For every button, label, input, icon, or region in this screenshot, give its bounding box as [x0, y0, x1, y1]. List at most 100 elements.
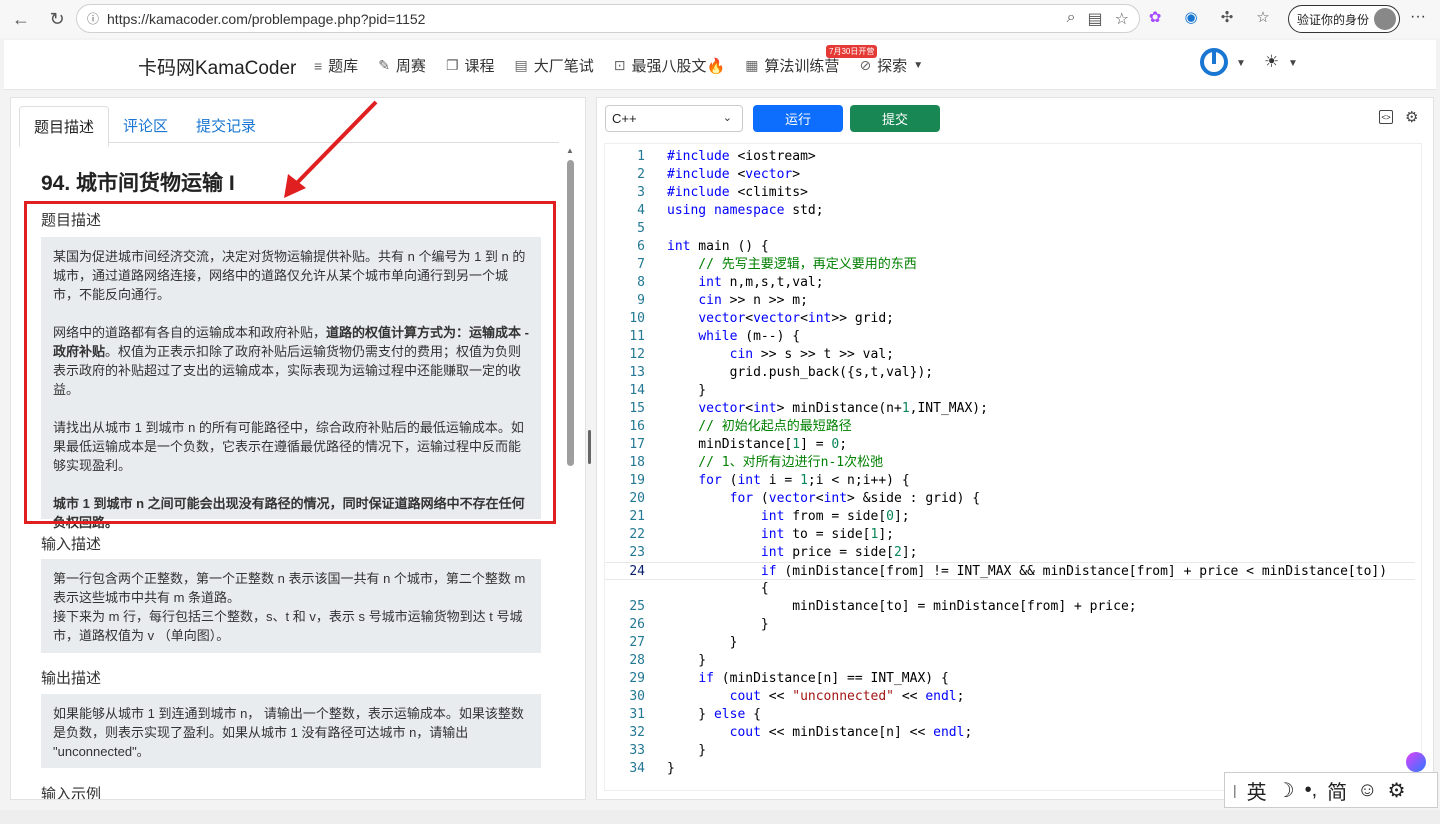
code-line[interactable]: 21 int from = side[0]; [605, 508, 1415, 526]
chevron-down-icon: ⌄ [722, 112, 732, 124]
language-select[interactable]: C++ ⌄ [605, 105, 743, 132]
reader-icon[interactable]: ▤ [1088, 9, 1103, 29]
code-line[interactable]: 20 for (vector<int> &side : grid) { [605, 490, 1415, 508]
code-text: vector<vector<int>> grid; [698, 311, 895, 326]
input-paragraph: 第一行包含两个正整数，第一个正整数 n 表示该国一共有 n 个城市，第二个整数 … [53, 571, 526, 605]
submit-button[interactable]: 提交 [850, 105, 940, 132]
menu-item-xunlianying[interactable]: ▦ 算法训练营 [745, 55, 839, 76]
code-line[interactable]: 32 cout << minDistance[n] << endl; [605, 724, 1415, 742]
code-line[interactable]: 26 } [605, 616, 1415, 634]
ime-mode-english[interactable]: 英 [1247, 776, 1267, 805]
code-line[interactable]: 24 if (minDistance[from] != INT_MAX && m… [605, 562, 1415, 580]
code-line[interactable]: 22 int to = side[1]; [605, 526, 1415, 544]
code-line[interactable]: 17 minDistance[1] = 0; [605, 436, 1415, 454]
tab-comments[interactable]: 评论区 [109, 106, 182, 147]
reload-icon[interactable]: ↻ [42, 4, 72, 34]
code-line[interactable]: 9 cin >> n >> m; [605, 292, 1415, 310]
code-line[interactable]: 1 #include <iostream> [605, 148, 1415, 166]
menu-label: 周赛 [395, 58, 426, 75]
line-number: 20 [629, 491, 645, 506]
menu-label: 探索 [877, 58, 908, 75]
code-line[interactable]: 6 int main () { [605, 238, 1415, 256]
back-icon[interactable]: ← [6, 4, 36, 34]
code-line[interactable]: { [605, 580, 1415, 598]
code-text: if (minDistance[n] == INT_MAX) { [698, 671, 949, 686]
code-view-icon[interactable]: <> [1379, 110, 1393, 124]
run-button[interactable]: 运行 [753, 105, 843, 132]
extension-icon[interactable]: ◉ [1180, 6, 1202, 28]
ime-simplified[interactable]: 简 [1327, 776, 1347, 805]
menu-item-bishi[interactable]: ▤ 大厂笔试 [515, 55, 594, 76]
code-line[interactable]: 3 #include <climits> [605, 184, 1415, 202]
code-line[interactable]: 33 } [605, 742, 1415, 760]
code-line[interactable]: 31 } else { [605, 706, 1415, 724]
code-text: cin >> s >> t >> val; [729, 347, 894, 362]
line-number: 28 [629, 653, 645, 668]
box-icon: ⊡ [613, 57, 626, 73]
code-line[interactable]: 7 // 先写主要逻辑，再定义要用的东西 [605, 256, 1415, 274]
camp-badge: 7月30日开营 [826, 45, 878, 58]
code-line[interactable]: 27 } [605, 634, 1415, 652]
menu-label: 题库 [328, 58, 359, 75]
favorites-icon[interactable]: ☆ [1252, 6, 1274, 28]
code-line[interactable]: 16 // 初始化起点的最短路径 [605, 418, 1415, 436]
site-logo[interactable]: 卡码网KamaCoder [138, 53, 296, 80]
code-line[interactable]: 13 grid.push_back({s,t,val}); [605, 364, 1415, 382]
punctuation-icon[interactable]: •, [1305, 779, 1318, 802]
code-line[interactable]: 30 cout << "unconnected" << endl; [605, 688, 1415, 706]
code-line[interactable]: 5 [605, 220, 1415, 238]
address-bar[interactable]: ⓘ https://kamacoder.com/problempage.php?… [76, 4, 1140, 33]
code-text: for (int i = 1;i < n;i++) { [698, 473, 910, 488]
code-line[interactable]: 10 vector<vector<int>> grid; [605, 310, 1415, 328]
code-line[interactable]: 29 if (minDistance[n] == INT_MAX) { [605, 670, 1415, 688]
settings-icon[interactable]: ⚙ [1388, 778, 1406, 803]
power-icon[interactable] [1200, 48, 1228, 76]
code-line[interactable]: 25 minDistance[to] = minDistance[from] +… [605, 598, 1415, 616]
moon-icon[interactable]: ☽ [1277, 778, 1295, 803]
code-line[interactable]: 15 vector<int> minDistance(n+1,INT_MAX); [605, 400, 1415, 418]
tab-description[interactable]: 题目描述 [19, 106, 110, 147]
scrollbar[interactable]: ▲ [565, 144, 575, 798]
puzzle-icon[interactable]: ✣ [1216, 6, 1238, 28]
code-line[interactable]: 4 using namespace std; [605, 202, 1415, 220]
code-line[interactable]: 8 int n,m,s,t,val; [605, 274, 1415, 292]
line-number: 6 [637, 239, 645, 254]
code-line[interactable]: 19 for (int i = 1;i < n;i++) { [605, 472, 1415, 490]
more-icon[interactable]: ··· [1410, 8, 1426, 26]
menu-item-tansuo[interactable]: ⊘ 探索 ▼ [859, 55, 923, 76]
code-text: while (m--) { [698, 329, 801, 344]
code-line[interactable]: 2 #include <vector> [605, 166, 1415, 184]
scroll-thumb[interactable] [567, 160, 574, 466]
language-value: C++ [612, 111, 637, 126]
line-number: 2 [637, 167, 645, 182]
code-line[interactable]: 11 while (m--) { [605, 328, 1415, 346]
code-text: int from = side[0]; [760, 509, 910, 524]
menu-item-tiku[interactable]: ≡ 题库 [314, 55, 358, 76]
code-editor[interactable]: 1 #include <iostream> 2 #include <vector> 3 #… [604, 143, 1422, 791]
code-line[interactable]: 23 int price = side[2]; [605, 544, 1415, 562]
menu-item-bagu[interactable]: ⊡ 最强八股文🔥 [614, 55, 725, 76]
profile-button[interactable]: 验证你的身份 [1288, 5, 1400, 33]
copilot-icon[interactable]: ✿ [1144, 6, 1166, 28]
code-line[interactable]: 28 } [605, 652, 1415, 670]
code-line[interactable]: 14 } [605, 382, 1415, 400]
code-text: #include <iostream> [667, 149, 816, 164]
tab-submissions[interactable]: 提交记录 [182, 106, 270, 147]
gear-icon[interactable]: ⚙ [1405, 108, 1418, 126]
code-line[interactable]: 18 // 1、对所有边进行n-1次松弛 [605, 454, 1415, 472]
chevron-down-icon[interactable]: ▼ [1288, 58, 1298, 69]
menu-item-kecheng[interactable]: ❐ 课程 [446, 55, 495, 76]
theme-sun-icon[interactable]: ☀ [1264, 52, 1279, 72]
line-number: 11 [629, 329, 645, 344]
zoom-icon[interactable]: ⌕ [1067, 9, 1076, 29]
drag-handle-icon[interactable]: | [1233, 782, 1237, 798]
favorite-star-icon[interactable]: ☆ [1115, 9, 1129, 29]
copilot-icon[interactable] [1406, 752, 1426, 772]
code-line[interactable]: 12 cin >> s >> t >> val; [605, 346, 1415, 364]
emoji-icon[interactable]: ☺ [1357, 779, 1377, 802]
chevron-down-icon[interactable]: ▼ [1236, 58, 1246, 69]
info-icon[interactable]: ⓘ [87, 10, 99, 27]
panel-splitter[interactable] [588, 430, 591, 464]
menu-item-zhousai[interactable]: ✎ 周赛 [378, 55, 426, 76]
scroll-up-icon[interactable]: ▲ [566, 146, 574, 155]
